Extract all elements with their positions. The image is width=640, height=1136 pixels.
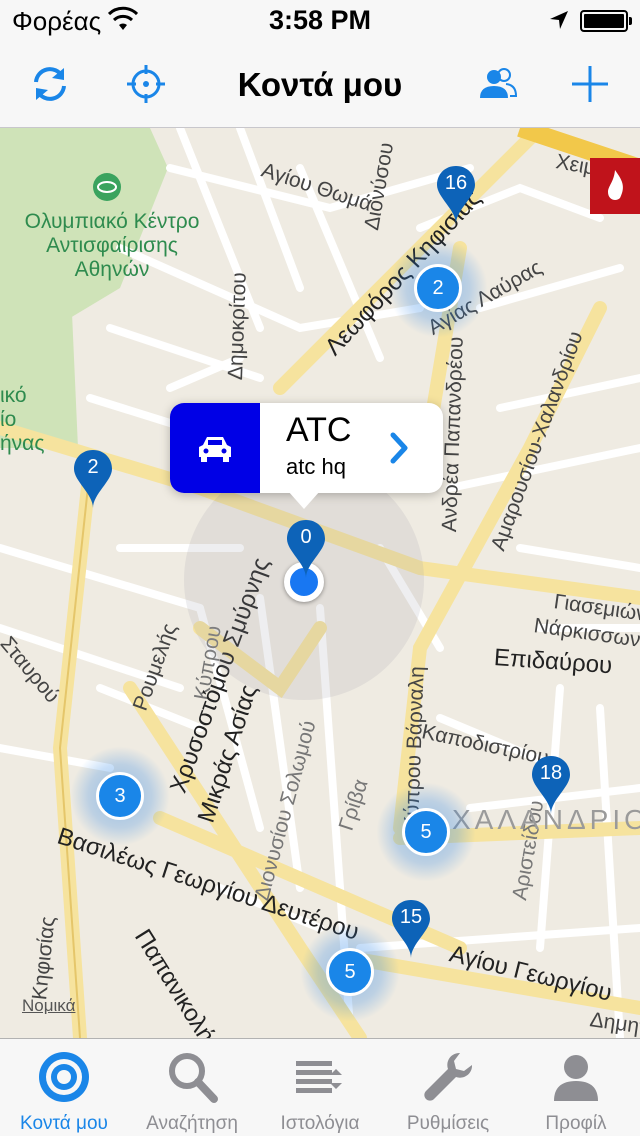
add-button[interactable] (566, 60, 614, 108)
map-pin[interactable]: 2 (72, 448, 114, 510)
nearby-target-icon (39, 1052, 89, 1102)
contacts-button[interactable] (474, 60, 522, 108)
cluster-marker[interactable]: 3 (96, 772, 144, 820)
cluster-marker[interactable]: 5 (402, 808, 450, 856)
tab-settings[interactable]: Ρυθμίσεις (384, 1039, 512, 1136)
legal-link[interactable]: Νομικά (22, 996, 75, 1016)
page-title: Κοντά μου (237, 66, 403, 103)
stadium-icon (93, 173, 121, 201)
tab-logs[interactable]: Ιστολόγια (256, 1039, 384, 1136)
cluster-marker[interactable]: 5 (326, 948, 374, 996)
park-label: Ολυμπιακό Κέντρο Αντισφαίρισης Αθηνών (24, 210, 200, 281)
map-pin[interactable]: 15 (390, 898, 432, 960)
status-time: 3:58 PM (268, 5, 372, 35)
map-pin[interactable]: 18 (530, 754, 572, 816)
wrench-icon (424, 1052, 473, 1101)
add-icon (572, 66, 608, 102)
callout-title: ATC (286, 411, 352, 449)
street-label: Δημοκρίτου (224, 271, 251, 381)
location-arrow-icon (550, 11, 568, 29)
navigation-bar: Κοντά μου (0, 40, 640, 128)
battery-icon (580, 10, 632, 32)
flame-icon (608, 170, 623, 200)
callout-subtitle: atc hq (286, 454, 346, 479)
car-icon (199, 437, 231, 462)
profile-icon (554, 1055, 598, 1101)
cluster-marker[interactable]: 2 (414, 264, 462, 312)
search-icon (169, 1053, 218, 1103)
park-label-partial: ικό ίο ήνας (0, 384, 45, 455)
map-pin[interactable]: 16 (435, 164, 477, 226)
chevron-right-icon[interactable] (389, 431, 411, 465)
contacts-icon (480, 68, 518, 98)
map-pin[interactable]: 0 (285, 518, 327, 580)
tab-bar: Κοντά μου Αναζήτηση Ιστολόγια Ρυθμίσεις … (0, 1038, 640, 1136)
poi-badge[interactable] (590, 158, 640, 214)
tab-search[interactable]: Αναζήτηση (128, 1039, 256, 1136)
callout-icon-box (170, 403, 260, 493)
tab-profile[interactable]: Προφίλ (512, 1039, 640, 1136)
list-icon (296, 1061, 342, 1093)
map-callout[interactable]: ATC atc hq (170, 403, 443, 509)
map-view[interactable]: Ολυμπιακό Κέντρο Αντισφαίρισης Αθηνών ικ… (0, 128, 640, 1038)
tab-nearby[interactable]: Κοντά μου (0, 1039, 128, 1136)
status-bar: Φορέας 3:58 PM (0, 0, 640, 40)
